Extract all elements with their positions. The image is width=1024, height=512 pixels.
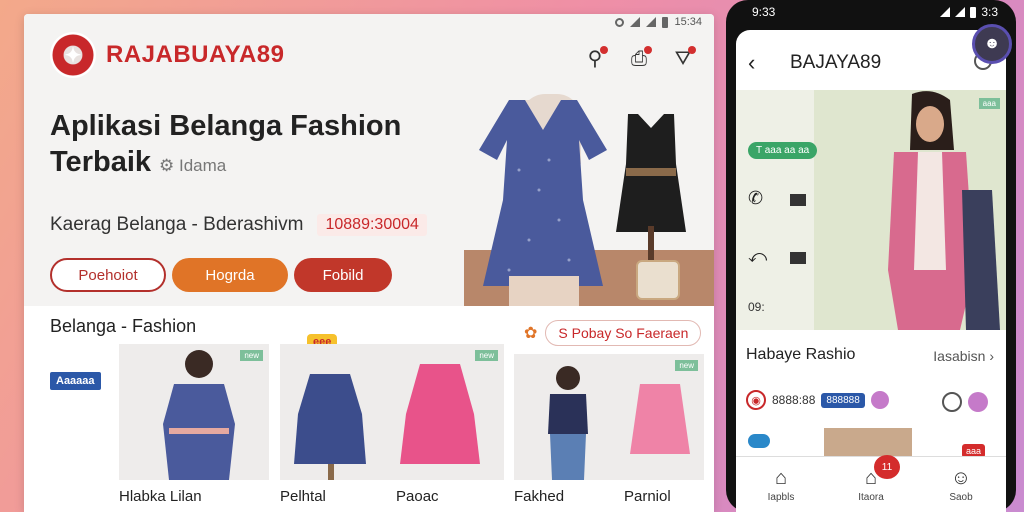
phone-status-bar: 9:33 3:3: [752, 5, 998, 19]
blue-dress-image[interactable]: [479, 100, 607, 288]
product-image: [548, 366, 690, 480]
box-icon: [790, 194, 806, 206]
product-name[interactable]: Hlabka Lilan: [119, 488, 202, 505]
profile-bubble-icon[interactable]: [968, 392, 988, 412]
notification-dot: [644, 46, 652, 54]
user-icon: ☺: [950, 466, 972, 489]
price-badge: 10889:30004: [317, 214, 427, 236]
wifi-icon: [646, 17, 657, 27]
gear-icon: ⚙: [159, 156, 179, 175]
phone-icon[interactable]: ✆: [748, 188, 763, 209]
primary-outline-button[interactable]: Poehoiot: [50, 258, 166, 292]
battery-icon: [970, 6, 977, 18]
nav-label: Iapbls: [767, 491, 795, 503]
product-name[interactable]: Fakhed: [514, 488, 564, 505]
card-tag: new: [675, 360, 698, 371]
location-icon: [615, 17, 625, 27]
product-card[interactable]: new: [280, 344, 504, 480]
tagline: Kaerag Belanga - Bderashivm 10889:30004: [50, 214, 427, 236]
card-tag: new: [240, 350, 263, 361]
cart-count-badge: 11: [874, 455, 900, 479]
bottom-nav: ⌂ Iapbls ⌂ 11 Itaora ☺ Saob: [736, 455, 1006, 512]
signal-icon: [630, 17, 641, 27]
title-line-2: Terbaik ⚙ Idama: [50, 144, 430, 184]
tagline-text: Kaerag Belanga - Bderashivm: [50, 214, 304, 235]
black-dress-image[interactable]: [616, 114, 686, 234]
notification-dot: [600, 46, 608, 54]
title-subtitle: ⚙ Idama: [159, 156, 226, 175]
status-time: 15:34: [674, 16, 702, 28]
hero-buttons: Poehoiot Hogrda Fobild: [50, 258, 392, 292]
phone-status-right: 3:3: [981, 5, 998, 19]
product-name[interactable]: Parniol: [624, 488, 671, 505]
flame-icon: ✿: [524, 325, 538, 342]
page-title: Aplikasi Belanga Fashion Terbaik ⚙ Idama: [50, 108, 430, 184]
hero-tag: aaa: [978, 98, 1000, 109]
back-arrow-icon[interactable]: ‹: [748, 50, 755, 76]
share-icon[interactable]: ⤺: [748, 246, 767, 267]
thumbnail-image[interactable]: [824, 428, 912, 458]
promo-bubble-icon: [748, 434, 770, 448]
feature-icon: [870, 391, 889, 409]
wifi-icon: [940, 7, 951, 17]
model-image[interactable]: [854, 90, 1004, 330]
feature-text: 8888:88: [772, 393, 816, 407]
status-bar: 15:34: [615, 16, 702, 28]
feature-row[interactable]: ◉ 8888:88 888888: [746, 390, 889, 410]
product-name[interactable]: Pelhtal: [280, 488, 326, 505]
nav-item-profile[interactable]: ☺ Saob: [916, 457, 1006, 512]
notification-dot: [688, 46, 696, 54]
red-button[interactable]: Fobild: [294, 258, 392, 292]
title-sub-text: Idama: [178, 156, 227, 175]
category-title: Habaye Rashio: [746, 346, 856, 363]
app-title: BAJAYA89: [790, 52, 882, 73]
promo-banner[interactable]: ✿ S Pobay So Faeraen: [524, 320, 702, 346]
cart-icon[interactable]: ⛛: [670, 46, 696, 72]
logo-mark-icon: ✦: [50, 32, 96, 78]
nav-label: Saob: [949, 491, 973, 503]
product-image: [294, 364, 480, 480]
orange-button[interactable]: Hogrda: [172, 258, 288, 292]
card-tag: new: [475, 350, 498, 361]
product-name[interactable]: Paoac: [396, 488, 439, 505]
target-icon: ◉: [746, 390, 766, 410]
brand-logo[interactable]: ✦ RAJABUAYA89: [50, 32, 284, 78]
side-badge: Aaaaaa: [50, 372, 101, 390]
phone-screen: ‹ BAJAYA89 T aaa aa aa aaa ✆ ⤺ 09: Habay…: [736, 30, 1006, 512]
box-icon: [790, 252, 806, 264]
phone-green-chip[interactable]: T aaa aa aa: [748, 142, 818, 159]
product-card[interactable]: new: [119, 344, 269, 480]
web-window: 15:34 ✦ RAJABUAYA89 ⚲ ⎙ ⛛ Aplikasi Belan…: [24, 14, 714, 512]
code-label: 09:: [748, 300, 765, 314]
signal-icon: [955, 7, 966, 17]
product-image: [163, 350, 235, 480]
phone-status-icons: 3:3: [940, 5, 998, 19]
category-link[interactable]: Iasabisn ›: [933, 348, 994, 364]
nav-label: Itaora: [858, 491, 884, 503]
chevron-right-icon: ›: [989, 348, 994, 364]
avatar[interactable]: ☻: [972, 24, 1012, 64]
section-title: Belanga - Fashion: [50, 316, 197, 336]
handbag-image[interactable]: [636, 260, 680, 300]
phone-time: 9:33: [752, 5, 776, 19]
feature-pill: 888888: [821, 392, 865, 408]
search-icon[interactable]: ⚲: [582, 46, 608, 72]
nav-item-home[interactable]: ⌂ Iapbls: [736, 457, 826, 512]
title-line-1: Aplikasi Belanga Fashion: [50, 110, 402, 142]
product-card[interactable]: new: [514, 354, 704, 480]
brand-name: RAJABUAYA89: [106, 41, 285, 68]
battery-icon: [662, 16, 669, 28]
bag-icon[interactable]: ⎙: [626, 46, 652, 72]
nav-item-bag[interactable]: ⌂ 11 Itaora: [826, 455, 916, 512]
home-icon: ⌂: [774, 466, 788, 489]
chat-icon[interactable]: [942, 392, 962, 412]
mannequin-legs: [509, 276, 579, 306]
header-actions: ⚲ ⎙ ⛛: [582, 46, 696, 72]
category-link-text: Iasabisn: [933, 348, 986, 364]
title-line-2-text: Terbaik: [50, 146, 152, 178]
promo-text: S Pobay So Faeraen: [545, 320, 702, 346]
